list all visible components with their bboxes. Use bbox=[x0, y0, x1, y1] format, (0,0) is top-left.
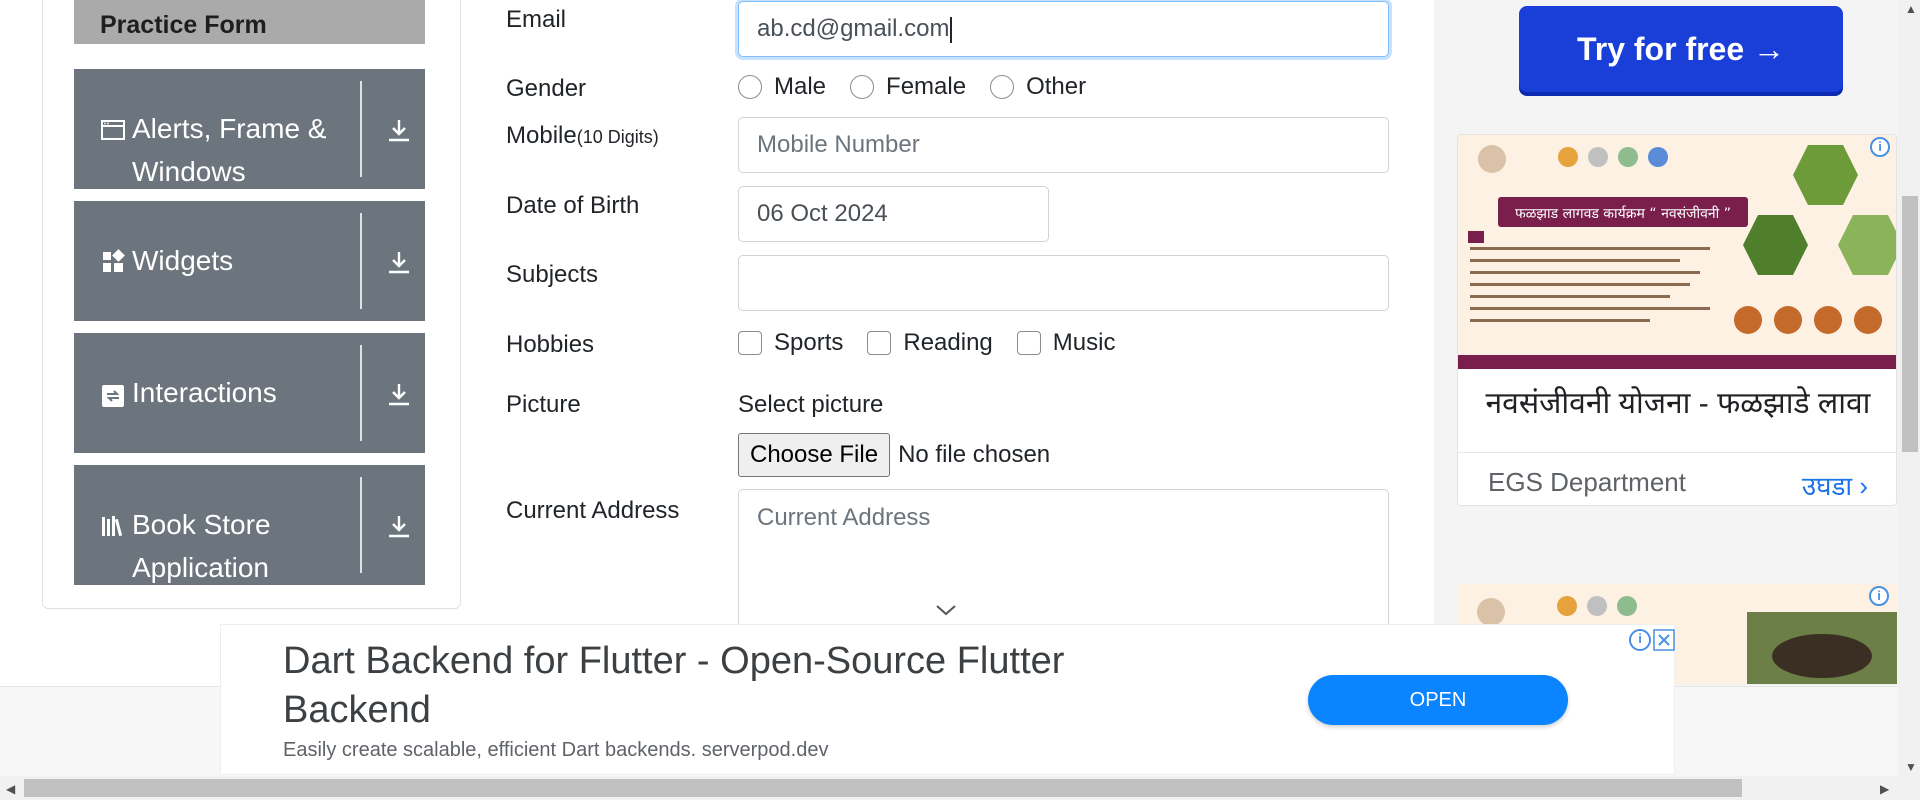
email-label: Email bbox=[506, 6, 567, 33]
hobbies-checkbox-group: Sports Reading Music bbox=[738, 329, 1139, 357]
ad-title: नवसंजीवनी योजना - फळझाडे लावा bbox=[1485, 387, 1871, 420]
subjects-label: Subjects bbox=[506, 261, 599, 288]
sidebar-item-label: Practice Form bbox=[100, 11, 267, 39]
radio-button[interactable] bbox=[990, 75, 1015, 99]
gender-radio-group: Male Female Other bbox=[738, 73, 1110, 101]
widgets-icon bbox=[103, 249, 125, 272]
email-field[interactable]: ab.cd@gmail.com bbox=[738, 1, 1389, 57]
mobile-label-text: Mobile bbox=[506, 122, 577, 149]
download-icon[interactable] bbox=[386, 513, 412, 539]
ad-banner-graphic: फळझाड लागवड कार्यक्रम “ नवसंजीवनी ” bbox=[1458, 135, 1896, 369]
subjects-input[interactable] bbox=[738, 255, 1389, 311]
ad-image: फळझाड लागवड कार्यक्रम “ नवसंजीवनी ” bbox=[1458, 135, 1896, 369]
ad-info-icon[interactable]: i bbox=[1870, 137, 1890, 157]
hobby-option-reading[interactable]: Reading bbox=[867, 329, 993, 357]
hobby-option-music[interactable]: Music bbox=[1016, 329, 1116, 357]
ad-info-icon[interactable]: i bbox=[1869, 586, 1889, 606]
current-address-textarea[interactable]: Current Address bbox=[738, 489, 1389, 629]
sidebar-item-practice-form[interactable]: Practice Form bbox=[74, 0, 425, 44]
try-for-free-button[interactable]: Try for free → bbox=[1519, 6, 1843, 92]
ad-card[interactable]: फळझाड लागवड कार्यक्रम “ नवसंजीवनी ” i नव… bbox=[1457, 134, 1897, 506]
ad-open-link[interactable]: उघडा › bbox=[1802, 467, 1868, 503]
divider bbox=[360, 213, 362, 309]
sidebar-group-book-store[interactable]: Book Store Application bbox=[74, 465, 425, 585]
scroll-up-arrow-icon[interactable]: ▲ bbox=[1905, 2, 1917, 16]
books-icon bbox=[102, 516, 123, 537]
sidebar-group-label: Interactions bbox=[132, 377, 277, 408]
hobbies-label: Hobbies bbox=[506, 331, 595, 358]
checkbox[interactable] bbox=[738, 331, 762, 355]
ad-open-label: उघडा bbox=[1801, 471, 1853, 501]
bottom-ad-open-button[interactable]: OPEN bbox=[1308, 675, 1568, 725]
gender-option-other[interactable]: Other bbox=[990, 73, 1086, 101]
interactions-icon bbox=[102, 385, 124, 407]
sidebar-group-label: Alerts, Frame & Windows bbox=[132, 113, 327, 187]
divider bbox=[360, 345, 362, 441]
ad-info-icon[interactable]: i bbox=[1629, 629, 1651, 651]
scroll-right-arrow-icon[interactable]: ▶ bbox=[1880, 782, 1889, 796]
sidebar-group-widgets[interactable]: Widgets bbox=[74, 201, 425, 321]
radio-button[interactable] bbox=[850, 75, 875, 99]
file-upload: Choose File No file chosen bbox=[738, 433, 1050, 477]
checkbox[interactable] bbox=[867, 331, 892, 355]
download-icon[interactable] bbox=[386, 381, 412, 407]
sidebar-group-interactions[interactable]: Interactions bbox=[74, 333, 425, 453]
hobby-option-sports[interactable]: Sports bbox=[738, 329, 843, 357]
bottom-ad-banner[interactable]: Dart Backend for Flutter - Open-Source F… bbox=[220, 624, 1675, 775]
picture-label: Picture bbox=[506, 391, 581, 418]
file-status: No file chosen bbox=[898, 441, 1051, 468]
dob-label: Date of Birth bbox=[506, 192, 640, 219]
sidebar-group-label: Widgets bbox=[132, 245, 234, 276]
divider bbox=[360, 477, 362, 573]
radio-label: Female bbox=[886, 73, 967, 100]
bottom-ad-title: Dart Backend for Flutter - Open-Source F… bbox=[283, 640, 1065, 731]
bottom-ad-description: Easily create scalable, efficient Dart b… bbox=[283, 739, 829, 761]
mobile-label: Mobile(10 Digits) bbox=[506, 122, 659, 150]
select-picture-label: Select picture bbox=[738, 391, 884, 418]
gender-option-female[interactable]: Female bbox=[850, 73, 966, 101]
email-value: ab.cd@gmail.com bbox=[757, 15, 950, 42]
radio-label: Other bbox=[1026, 73, 1087, 100]
current-address-label: Current Address bbox=[506, 497, 680, 524]
checkbox[interactable] bbox=[1016, 331, 1041, 355]
mobile-label-hint: (10 Digits) bbox=[576, 127, 659, 147]
gender-option-male[interactable]: Male bbox=[738, 73, 826, 101]
date-of-birth-input[interactable]: 06 Oct 2024 bbox=[738, 186, 1049, 242]
chevron-right-icon: › bbox=[1859, 471, 1868, 501]
radio-label: Male bbox=[774, 73, 827, 100]
divider bbox=[360, 81, 362, 177]
divider bbox=[1458, 452, 1896, 453]
address-placeholder: Current Address bbox=[757, 504, 931, 531]
radio-button[interactable] bbox=[738, 75, 762, 99]
mobile-placeholder: Mobile Number bbox=[757, 131, 920, 158]
choose-file-button[interactable]: Choose File bbox=[738, 433, 891, 477]
horizontal-scrollbar-thumb[interactable] bbox=[24, 779, 1742, 797]
page: Practice Form Alerts, Frame & Windows Wi… bbox=[0, 0, 1920, 800]
checkbox-label: Music bbox=[1052, 329, 1116, 356]
scroll-left-arrow-icon[interactable]: ◀ bbox=[6, 782, 15, 796]
scroll-down-arrow-icon[interactable]: ▼ bbox=[1905, 760, 1917, 774]
sidebar-group-alerts-frame-windows[interactable]: Alerts, Frame & Windows bbox=[74, 69, 425, 189]
window-icon bbox=[101, 120, 125, 140]
checkbox-label: Sports bbox=[774, 329, 844, 356]
ad-source: EGS Department bbox=[1488, 467, 1686, 497]
dob-value: 06 Oct 2024 bbox=[757, 200, 888, 227]
checkbox-label: Reading bbox=[903, 329, 993, 356]
ad-banner-text: फळझाड लागवड कार्यक्रम “ नवसंजीवनी ” bbox=[1515, 205, 1731, 222]
download-icon[interactable] bbox=[386, 249, 412, 275]
gender-label: Gender bbox=[506, 75, 587, 102]
download-icon[interactable] bbox=[386, 117, 412, 143]
chevron-down-icon bbox=[936, 605, 956, 616]
mobile-field[interactable]: Mobile Number bbox=[738, 117, 1389, 173]
text-caret bbox=[950, 16, 953, 43]
vertical-scrollbar-thumb[interactable] bbox=[1902, 196, 1918, 452]
close-icon[interactable] bbox=[1653, 629, 1675, 651]
sidebar-group-label: Book Store Application bbox=[132, 509, 271, 583]
